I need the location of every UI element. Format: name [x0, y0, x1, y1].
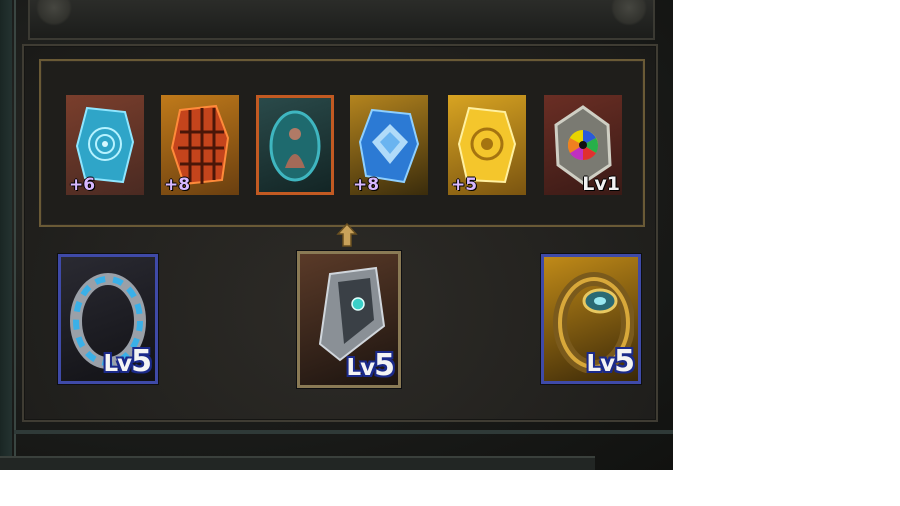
- gem-level-label: +8: [353, 175, 380, 195]
- equip-slot-bracelet[interactable]: Lv5: [541, 254, 641, 384]
- ornament-left: [36, 0, 72, 26]
- gem-level-label: +8: [164, 175, 191, 195]
- gem-slot-2[interactable]: +8: [161, 95, 239, 195]
- equip-level-prefix: Lv: [586, 351, 615, 377]
- teal-figure-rune-icon: [269, 110, 321, 182]
- top-panel-strip: [28, 0, 655, 40]
- equip-level-prefix: Lv: [346, 355, 375, 381]
- game-screen: +6 +8 +8 +5 Lv1 Lv5 Lv5 Lv5: [0, 0, 673, 470]
- equip-level-label: Lv5: [103, 344, 152, 379]
- gem-level-label: +6: [69, 175, 96, 195]
- ornament-right: [611, 0, 647, 26]
- equip-level-number: 5: [131, 344, 152, 379]
- equip-level-number: 5: [374, 348, 395, 383]
- gem-level-label: +5: [451, 175, 478, 195]
- gem-slot-1[interactable]: +6: [66, 95, 144, 195]
- gem-slot-6[interactable]: Lv1: [544, 95, 622, 195]
- left-rail-line: [14, 0, 16, 470]
- equip-slot-bracer[interactable]: Lv5: [297, 251, 401, 388]
- gem-level-label: Lv1: [582, 173, 620, 195]
- equip-level-label: Lv5: [586, 344, 635, 379]
- gem-slot-5[interactable]: +5: [448, 95, 526, 195]
- panel-bottom-edge: [14, 430, 673, 434]
- left-rail: [0, 0, 12, 470]
- equip-level-prefix: Lv: [103, 351, 132, 377]
- equip-level-label: Lv5: [346, 348, 395, 383]
- equip-slot-ring[interactable]: Lv5: [58, 254, 158, 384]
- up-arrow-icon: [336, 222, 358, 247]
- gem-slot-4[interactable]: +8: [350, 95, 428, 195]
- equip-level-number: 5: [614, 344, 635, 379]
- bottom-bar: [0, 456, 595, 470]
- gem-slot-3[interactable]: [256, 95, 334, 195]
